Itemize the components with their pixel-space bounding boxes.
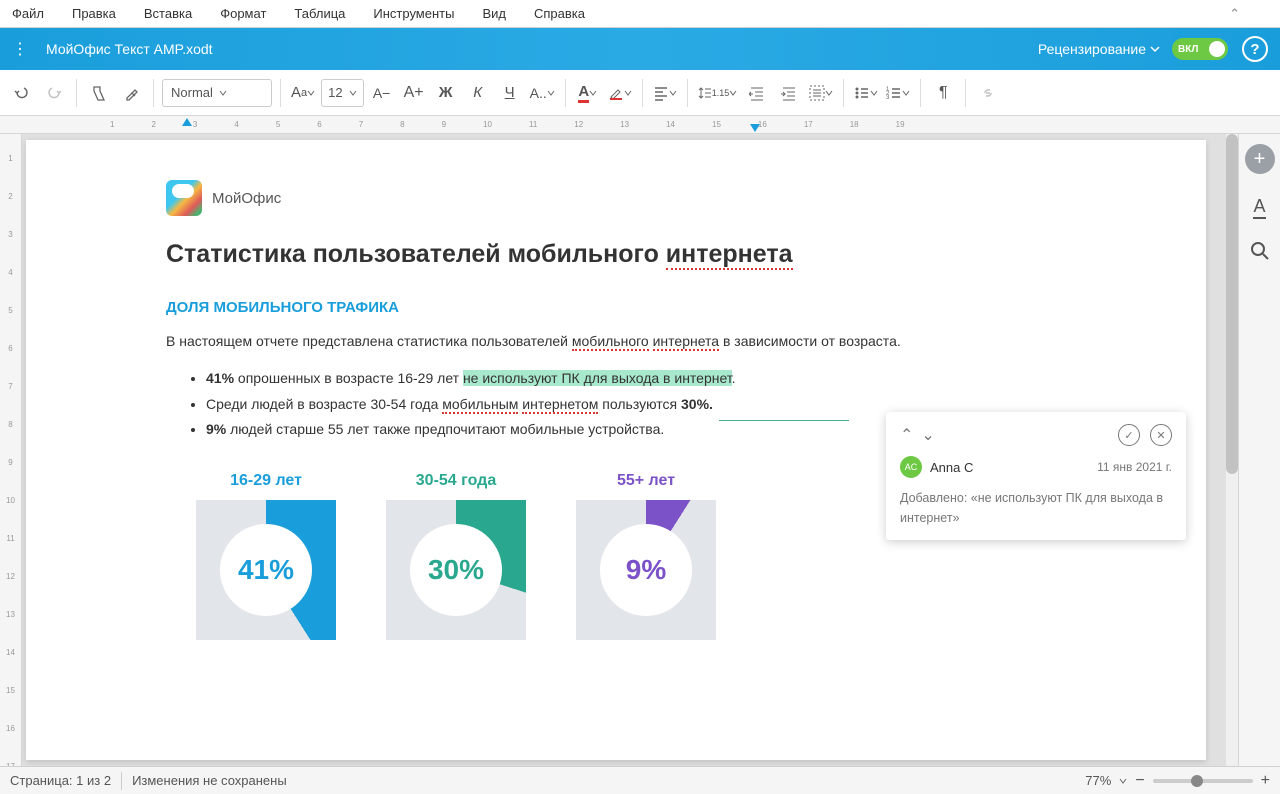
- review-toggle[interactable]: ВКЛ: [1172, 38, 1228, 60]
- decrease-indent-button[interactable]: [743, 78, 771, 108]
- add-comment-button[interactable]: +: [1245, 144, 1275, 174]
- comment-date: 11 янв 2021 г.: [1097, 460, 1172, 474]
- title-bar: ⋮ МойОфис Текст AMP.xodt Рецензирование …: [0, 28, 1280, 70]
- link-button[interactable]: [974, 78, 1002, 108]
- copy-format-button[interactable]: [85, 78, 113, 108]
- font-color-button[interactable]: A: [574, 78, 602, 108]
- donut-chart-2: 30-54 года 30%: [386, 472, 526, 640]
- comment-card[interactable]: ⌃ ⌄ ✓ ✕ AC Anna C 11 янв 2021 г. Добавле…: [886, 412, 1186, 540]
- clear-format-button[interactable]: [117, 78, 145, 108]
- more-icon[interactable]: ⋮: [12, 39, 26, 59]
- style-select[interactable]: Normal: [162, 79, 272, 107]
- align-button[interactable]: [651, 78, 679, 108]
- heading-2[interactable]: Доля мобильного трафика: [166, 299, 1126, 316]
- save-status: Изменения не сохранены: [132, 773, 287, 788]
- chevron-down-icon: [1150, 44, 1160, 54]
- accept-change-button[interactable]: ✓: [1118, 424, 1140, 446]
- donut-chart-3: 55+ лет 9%: [576, 472, 716, 640]
- avatar: AC: [900, 456, 922, 478]
- decrease-font-button[interactable]: A−: [368, 78, 396, 108]
- italic-button[interactable]: К: [464, 78, 492, 108]
- canvas[interactable]: МойОфис Статистика пользователей мобильн…: [22, 134, 1238, 766]
- pilcrow-button[interactable]: ¶: [929, 78, 957, 108]
- increase-indent-button[interactable]: [775, 78, 803, 108]
- menu-help[interactable]: Справка: [534, 6, 585, 21]
- font-panel-icon[interactable]: A: [1253, 196, 1265, 219]
- comment-body: Добавлено: «не используют ПК для выхода …: [900, 488, 1172, 528]
- logo: МойОфис: [166, 180, 1126, 216]
- comment-next-icon[interactable]: ⌄: [921, 425, 934, 445]
- zoom-slider[interactable]: [1153, 779, 1253, 783]
- indent-marker-right[interactable]: [750, 124, 760, 132]
- bullet-list-button[interactable]: [852, 78, 880, 108]
- menu-table[interactable]: Таблица: [294, 6, 345, 21]
- undo-button[interactable]: [8, 78, 36, 108]
- menu-file[interactable]: Файл: [12, 6, 44, 21]
- menu-tools[interactable]: Инструменты: [373, 6, 454, 21]
- paragraph[interactable]: В настоящем отчете представлена статисти…: [166, 330, 1126, 352]
- comment-prev-icon[interactable]: ⌃: [900, 425, 913, 445]
- search-icon[interactable]: [1250, 241, 1270, 266]
- more-font-button[interactable]: A..: [528, 78, 557, 108]
- zoom-out-button[interactable]: −: [1135, 772, 1144, 790]
- increase-font-button[interactable]: A+: [400, 78, 428, 108]
- ruler-vertical[interactable]: 1234567891011121314151617: [0, 134, 22, 766]
- paragraph-spacing-button[interactable]: [807, 78, 835, 108]
- list-item: 41% опрошенных в возрасте 16-29 лет не и…: [206, 366, 1126, 391]
- logo-icon: [166, 180, 202, 216]
- zoom-in-button[interactable]: +: [1261, 772, 1270, 790]
- help-button[interactable]: ?: [1242, 36, 1268, 62]
- menu-insert[interactable]: Вставка: [144, 6, 192, 21]
- menu-format[interactable]: Формат: [220, 6, 266, 21]
- comment-connector: [719, 420, 849, 421]
- line-spacing-button[interactable]: 1.15: [696, 78, 740, 108]
- menu-edit[interactable]: Правка: [72, 6, 116, 21]
- donut-chart-1: 16-29 лет 41%: [196, 472, 336, 640]
- tracked-change: не используют ПК для выхода в интернет: [463, 370, 732, 386]
- menu-view[interactable]: Вид: [482, 6, 506, 21]
- scrollbar-vertical[interactable]: [1226, 134, 1238, 766]
- svg-text:3: 3: [886, 95, 890, 101]
- highlight-button[interactable]: [606, 78, 634, 108]
- bold-button[interactable]: Ж: [432, 78, 460, 108]
- font-family-button[interactable]: Aa: [289, 78, 317, 108]
- review-dropdown[interactable]: Рецензирование: [1038, 41, 1160, 57]
- ruler-horizontal[interactable]: 12345678910111213141516171819: [0, 116, 1280, 134]
- indent-marker-left[interactable]: [182, 118, 192, 126]
- status-bar: Страница: 1 из 2 Изменения не сохранены …: [0, 766, 1280, 794]
- workspace: 1234567891011121314151617 МойОфис Статис…: [0, 134, 1280, 766]
- underline-button[interactable]: Ч: [496, 78, 524, 108]
- font-size-select[interactable]: 12: [321, 79, 363, 107]
- numbered-list-button[interactable]: 123: [884, 78, 912, 108]
- reject-change-button[interactable]: ✕: [1150, 424, 1172, 446]
- collapse-menu-icon[interactable]: ⌃: [1229, 6, 1240, 22]
- toolbar: Normal Aa 12 A− A+ Ж К Ч A.. A 1.15 123 …: [0, 70, 1280, 116]
- heading-1[interactable]: Статистика пользователей мобильного инте…: [166, 240, 1126, 269]
- review-label: Рецензирование: [1038, 41, 1146, 57]
- menu-bar: Файл Правка Вставка Формат Таблица Инстр…: [0, 0, 1280, 28]
- side-rail: + A: [1238, 134, 1280, 766]
- page[interactable]: МойОфис Статистика пользователей мобильн…: [26, 140, 1206, 760]
- zoom-value[interactable]: 77%: [1085, 773, 1111, 788]
- document-title: МойОфис Текст AMP.xodt: [46, 41, 213, 57]
- chevron-down-icon[interactable]: [1119, 777, 1127, 785]
- comment-author: Anna C: [930, 460, 1097, 475]
- page-indicator[interactable]: Страница: 1 из 2: [10, 773, 111, 788]
- redo-button[interactable]: [40, 78, 68, 108]
